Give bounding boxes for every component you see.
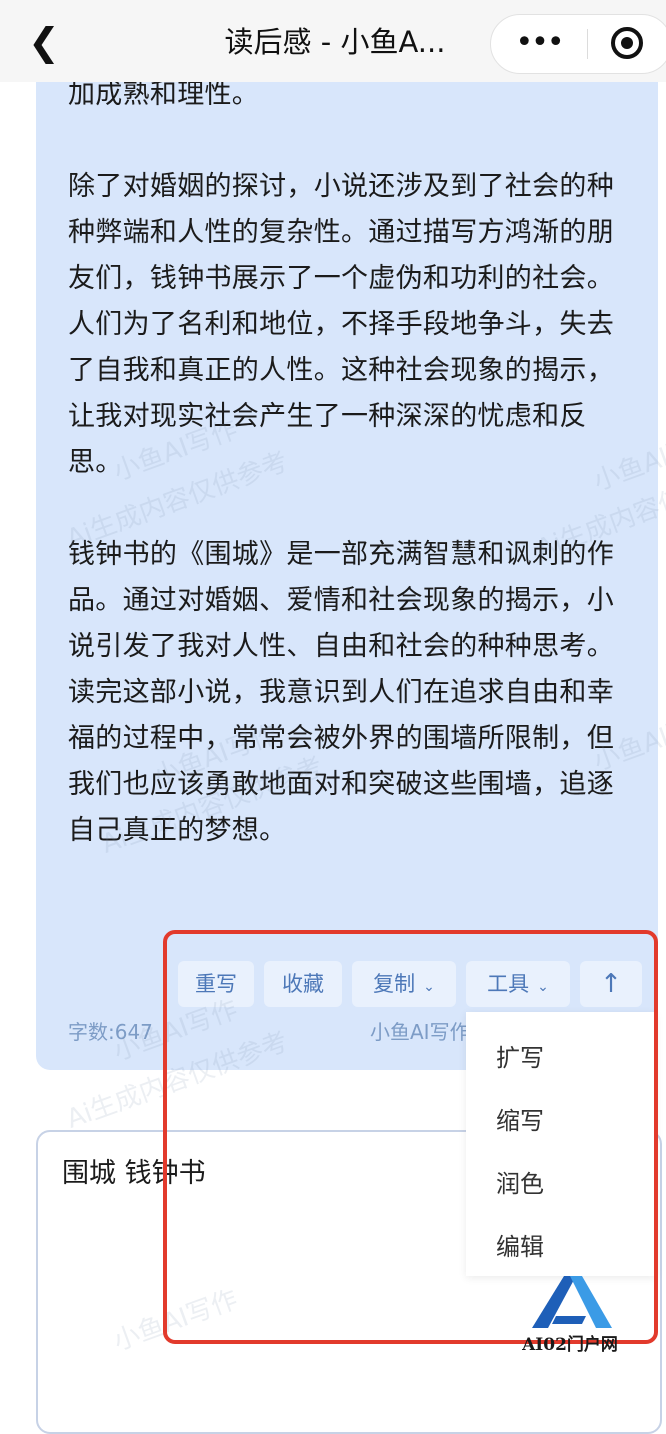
menu-item-polish[interactable]: 润色 — [496, 1164, 636, 1204]
capsule-divider — [587, 29, 588, 59]
answer-text: 加成熟和理性。 除了对婚姻的探讨，小说还涉及到了社会的种种弊端和人性的复杂性。通… — [68, 72, 628, 900]
tools-button[interactable]: 工具 ⌄ — [466, 961, 570, 1007]
more-icon[interactable]: ••• — [509, 25, 569, 63]
site-logo: AI02门户网 — [510, 1272, 630, 1356]
chevron-down-icon: ⌄ — [423, 979, 435, 995]
copy-button[interactable]: 复制 ⌄ — [352, 961, 456, 1007]
brand-note: 小鱼AI写作 — [370, 1020, 466, 1044]
copy-label: 复制 — [373, 972, 416, 996]
chevron-down-icon: ⌄ — [537, 979, 549, 995]
menu-item-expand[interactable]: 扩写 — [496, 1038, 636, 1078]
favorite-label: 收藏 — [282, 972, 324, 996]
prompt-input[interactable]: 围城 钱钟书 — [62, 1154, 206, 1194]
close-miniprogram-icon[interactable] — [611, 27, 643, 59]
answer-card: 加成熟和理性。 除了对婚姻的探讨，小说还涉及到了社会的种种弊端和人性的复杂性。通… — [36, 40, 658, 1070]
logo-text: AI02门户网 — [522, 1335, 618, 1355]
arrow-up-icon: ↑ — [600, 969, 622, 999]
tools-dropdown-menu: 扩写 缩写 润色 编辑 — [466, 1012, 656, 1276]
menu-item-edit[interactable]: 编辑 — [496, 1227, 636, 1267]
back-icon[interactable]: ❮ — [28, 22, 60, 62]
page-title: 读后感 - 小鱼A... — [224, 25, 446, 59]
favorite-button[interactable]: 收藏 — [264, 961, 342, 1007]
rewrite-button[interactable]: 重写 — [178, 961, 254, 1007]
word-count: 字数:647 — [68, 1020, 153, 1044]
answer-paragraph: 钱钟书的《围城》是一部充满智慧和讽刺的作品。通过对婚姻、爱情和社会现象的揭示，小… — [68, 539, 614, 846]
scroll-top-button[interactable]: ↑ — [580, 961, 642, 1007]
menu-item-shorten[interactable]: 缩写 — [496, 1101, 636, 1141]
rewrite-label: 重写 — [195, 972, 237, 996]
tools-label: 工具 — [487, 972, 530, 996]
nav-bar: ❮ 读后感 - 小鱼A... ••• — [0, 0, 666, 82]
logo-mark-icon — [532, 1276, 612, 1328]
answer-paragraph: 除了对婚姻的探讨，小说还涉及到了社会的种种弊端和人性的复杂性。通过描写方鸿渐的朋… — [68, 171, 614, 478]
miniprogram-capsule: ••• — [490, 14, 666, 74]
